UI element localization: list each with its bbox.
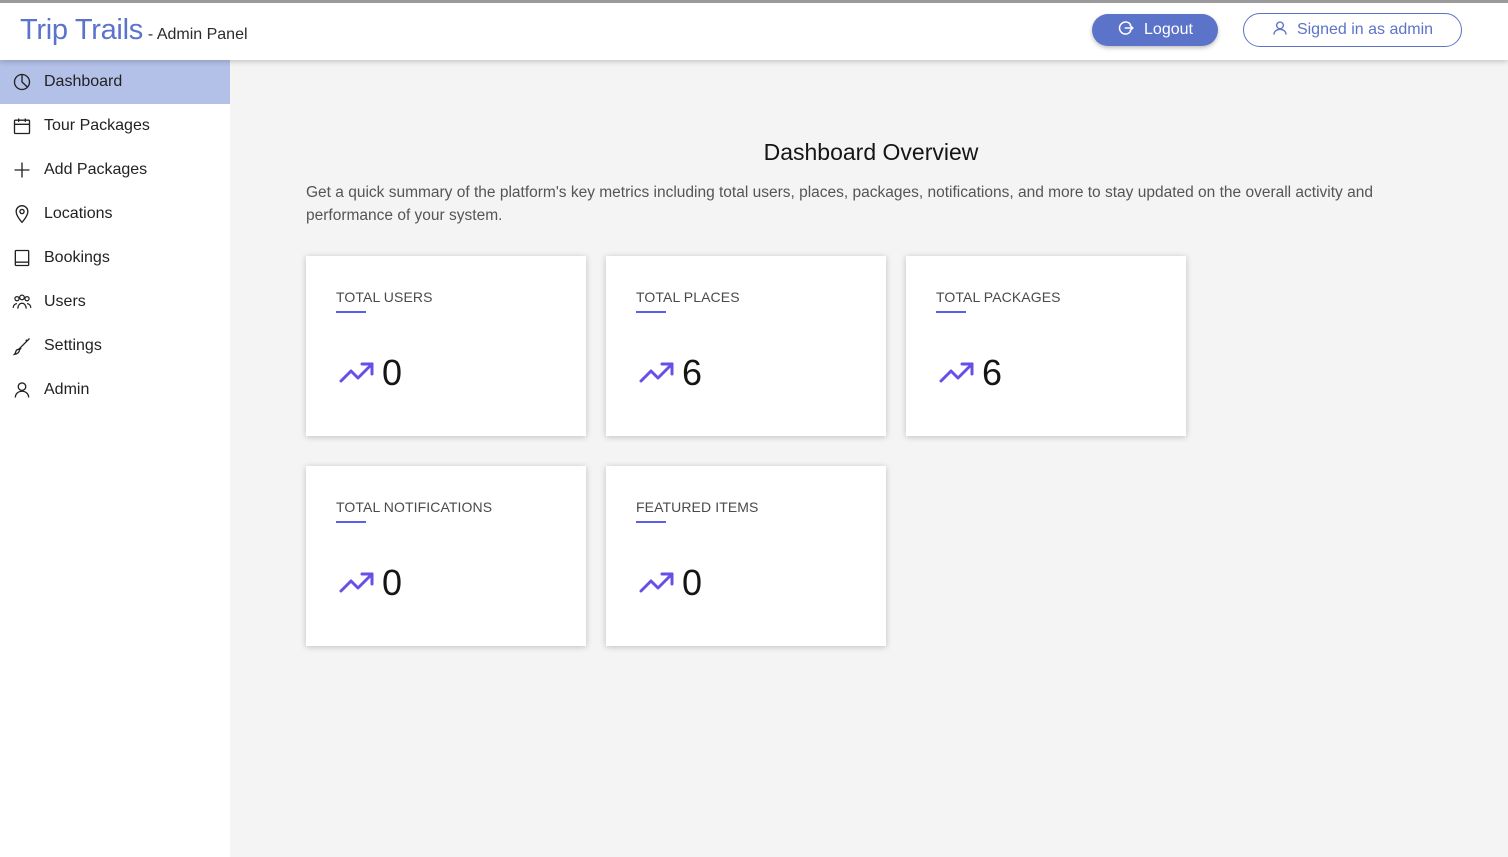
- sidebar-item-admin[interactable]: Admin: [0, 368, 230, 412]
- brand-subtitle: - Admin Panel: [147, 26, 248, 43]
- sidebar-item-label: Locations: [44, 205, 113, 222]
- book-icon: [12, 248, 32, 268]
- sidebar-item-label: Bookings: [44, 249, 110, 266]
- sidebar-item-label: Settings: [44, 337, 102, 354]
- signed-in-label: Signed in as admin: [1296, 21, 1434, 38]
- location-pin-icon: [12, 204, 32, 224]
- calendar-icon: [12, 116, 32, 136]
- brand: Trip Trails - Admin Panel: [20, 14, 248, 47]
- sidebar-item-label: Users: [44, 293, 86, 310]
- signed-in-button[interactable]: Signed in as admin: [1243, 13, 1462, 47]
- brand-name: Trip Trails: [20, 14, 143, 46]
- card-accent-line: [336, 311, 366, 313]
- trending-up-icon: [338, 570, 376, 596]
- page-title: Dashboard Overview: [763, 139, 979, 165]
- sidebar: Dashboard Tour Packages Add Packages Loc…: [0, 60, 230, 857]
- card-label: TOTAL PACKAGES: [936, 289, 1061, 305]
- sidebar-item-add-packages[interactable]: Add Packages: [0, 148, 230, 192]
- card-label: TOTAL NOTIFICATIONS: [336, 499, 493, 515]
- card-accent-line: [936, 311, 966, 313]
- sidebar-item-users[interactable]: Users: [0, 280, 230, 324]
- sidebar-item-bookings[interactable]: Bookings: [0, 236, 230, 280]
- brush-icon: [12, 336, 32, 356]
- stat-card-total-packages: TOTAL PACKAGES 6: [906, 256, 1186, 436]
- top-app-bar: Trip Trails - Admin Panel Logout Signed …: [0, 0, 1508, 60]
- logout-icon: [1117, 19, 1135, 42]
- users-icon: [12, 292, 32, 312]
- stat-card-total-places: TOTAL PLACES 6: [606, 256, 886, 436]
- stat-card-total-notifications: TOTAL NOTIFICATIONS 0: [306, 466, 586, 646]
- trending-up-icon: [338, 360, 376, 386]
- user-icon: [12, 380, 32, 400]
- main-content: Dashboard Overview Get a quick summary o…: [230, 60, 1508, 857]
- card-value: 6: [982, 352, 1003, 393]
- trending-up-icon: [938, 360, 976, 386]
- sidebar-item-label: Admin: [44, 381, 90, 398]
- sidebar-item-label: Add Packages: [44, 161, 148, 178]
- sidebar-item-locations[interactable]: Locations: [0, 192, 230, 236]
- card-label: TOTAL USERS: [336, 289, 433, 305]
- user-icon: [1272, 20, 1288, 41]
- logout-button[interactable]: Logout: [1092, 14, 1218, 46]
- card-accent-line: [636, 311, 666, 313]
- sidebar-item-dashboard[interactable]: Dashboard: [0, 60, 230, 104]
- logout-label: Logout: [1144, 21, 1193, 38]
- page-description: Get a quick summary of the platform's ke…: [306, 184, 1373, 224]
- card-label: TOTAL PLACES: [636, 289, 740, 305]
- card-value: 0: [682, 562, 703, 603]
- card-value: 0: [382, 352, 403, 393]
- sidebar-item-label: Tour Packages: [44, 117, 150, 134]
- card-value: 0: [382, 562, 403, 603]
- pie-chart-icon: [12, 72, 32, 92]
- card-accent-line: [336, 521, 366, 523]
- sidebar-item-label: Dashboard: [44, 73, 123, 90]
- card-value: 6: [682, 352, 703, 393]
- card-accent-line: [636, 521, 666, 523]
- trending-up-icon: [638, 570, 676, 596]
- card-label: FEATURED ITEMS: [636, 499, 759, 515]
- sidebar-item-tour-packages[interactable]: Tour Packages: [0, 104, 230, 148]
- plus-icon: [12, 160, 32, 180]
- trending-up-icon: [638, 360, 676, 386]
- stat-card-total-users: TOTAL USERS 0: [306, 256, 586, 436]
- sidebar-item-settings[interactable]: Settings: [0, 324, 230, 368]
- stat-card-featured-items: FEATURED ITEMS 0: [606, 466, 886, 646]
